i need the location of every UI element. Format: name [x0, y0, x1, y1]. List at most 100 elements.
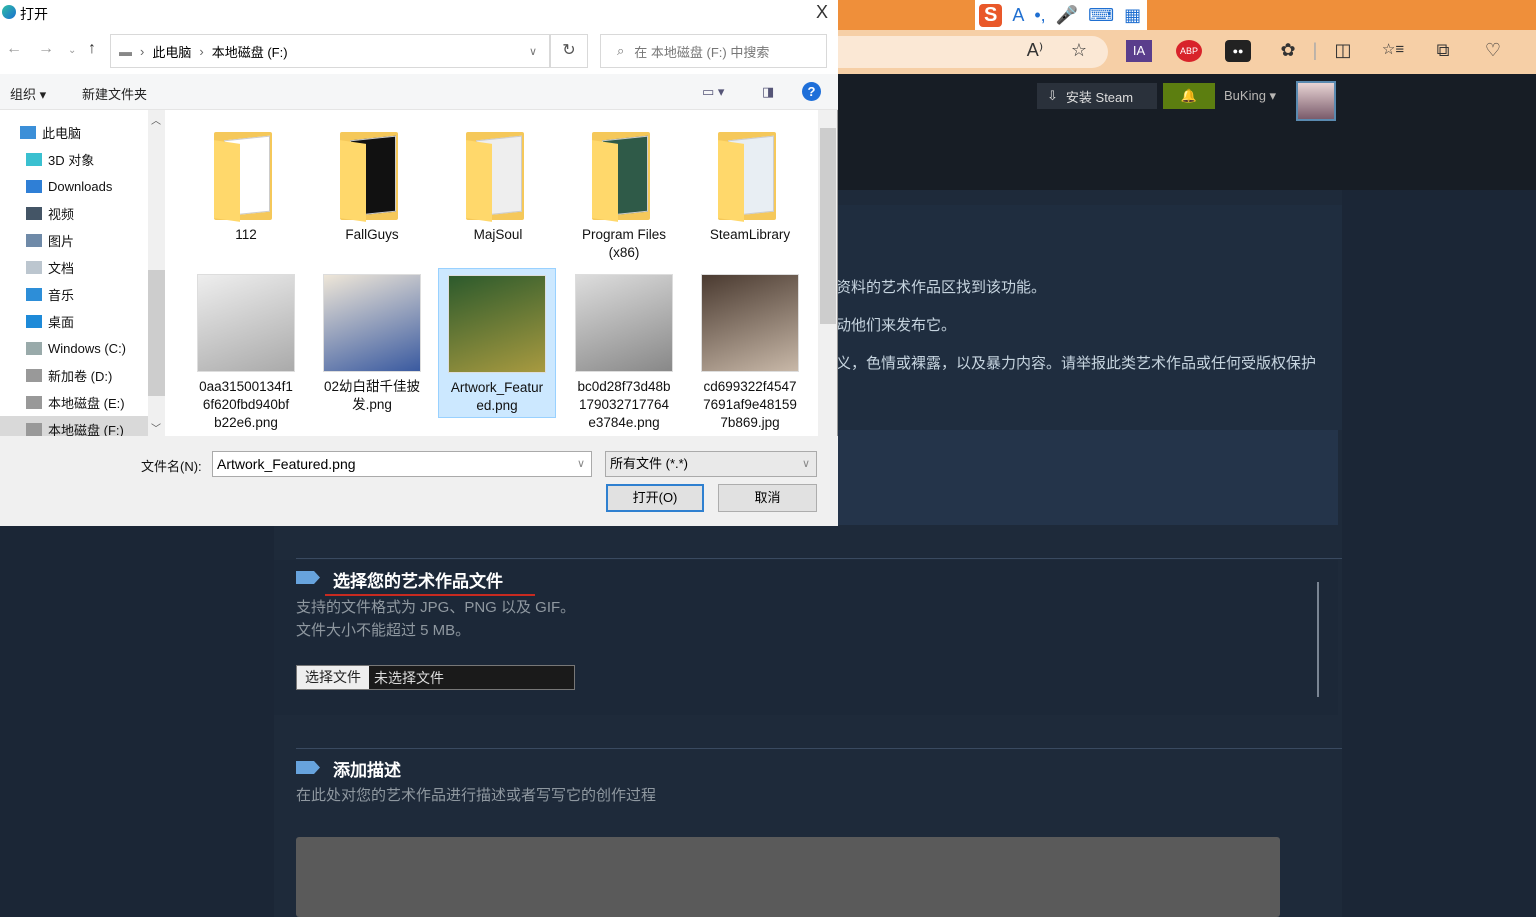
- tree-item[interactable]: 此电脑: [0, 119, 148, 145]
- file-input[interactable]: 选择文件 未选择文件: [296, 665, 575, 690]
- tree-item[interactable]: 文档: [0, 254, 148, 280]
- tree-scroll-thumb[interactable]: [148, 270, 165, 396]
- close-icon[interactable]: X: [816, 2, 828, 23]
- ime-apps-icon[interactable]: ▦: [1124, 5, 1141, 26]
- tree-item-label: Windows (C:): [48, 340, 127, 356]
- notifications-button[interactable]: 🔔: [1163, 83, 1215, 109]
- avatar[interactable]: [1296, 81, 1336, 121]
- tree-item[interactable]: 音乐: [0, 281, 148, 307]
- tree-item[interactable]: 3D 对象: [0, 146, 148, 172]
- folder-item[interactable]: 112: [187, 112, 305, 264]
- tree-item[interactable]: 本地磁盘 (E:): [0, 389, 148, 415]
- preview-pane-icon[interactable]: ◨: [762, 84, 774, 100]
- intro-line: 资料的艺术作品区找到该功能。: [836, 279, 1047, 296]
- file-name-line: 0aa31500134f1: [199, 379, 293, 394]
- description-textarea[interactable]: [296, 837, 1280, 917]
- install-steam-button[interactable]: ⇩ 安装 Steam: [1037, 83, 1157, 109]
- breadcrumb[interactable]: ▬ › 此电脑 › 本地磁盘 (F:) ∨: [110, 34, 550, 68]
- section-desc: 支持的文件格式为 JPG、PNG 以及 GIF。: [296, 599, 576, 616]
- adblock-icon[interactable]: ABP: [1176, 40, 1202, 62]
- divider: [296, 558, 1342, 559]
- filename-input[interactable]: Artwork_Featured.png ∨: [212, 451, 592, 477]
- open-button[interactable]: 打开(O): [606, 484, 704, 512]
- choose-file-button[interactable]: 选择文件: [297, 666, 369, 689]
- tampermonkey-icon[interactable]: ●●: [1225, 40, 1251, 62]
- username: BuKing: [1224, 88, 1266, 103]
- tree-item[interactable]: Windows (C:): [0, 335, 148, 361]
- browser-essentials-icon[interactable]: ♡: [1480, 40, 1506, 61]
- folder-item[interactable]: SteamLibrary: [691, 112, 809, 264]
- ime-mode-icon[interactable]: A: [1012, 5, 1024, 26]
- tree-item[interactable]: 视频: [0, 200, 148, 226]
- file-item[interactable]: 02幼白甜千佳披 发.png: [313, 268, 431, 434]
- tree-item[interactable]: 新加卷 (D:): [0, 362, 148, 388]
- folder-item[interactable]: MajSoul: [439, 112, 557, 264]
- chevron-down-icon[interactable]: ∨: [529, 45, 537, 58]
- tree-item-icon: [26, 233, 42, 247]
- recent-dropdown-icon[interactable]: ⌄: [68, 45, 76, 56]
- tree-item-label: 本地磁盘 (E:): [48, 395, 125, 411]
- search-input[interactable]: ⌕ 在 本地磁盘 (F:) 中搜索: [600, 34, 827, 68]
- tree-item-icon: [26, 287, 42, 301]
- file-item[interactable]: cd699322f4547 7691af9e48159 7b869.jpg: [691, 268, 809, 434]
- cancel-button[interactable]: 取消: [718, 484, 817, 512]
- tree-item-icon: [26, 179, 42, 193]
- collections-icon[interactable]: ⧉: [1430, 40, 1456, 61]
- split-screen-icon[interactable]: ◫: [1330, 40, 1356, 61]
- section-title: 添加描述: [333, 761, 401, 780]
- toolbar-divider: |: [1312, 40, 1318, 60]
- forward-icon[interactable]: →: [38, 40, 54, 58]
- intro-line: 义，色情或裸露，以及暴力内容。请举报此类艺术作品或任何受版权保护: [836, 355, 1317, 372]
- divider: [296, 748, 1342, 749]
- refresh-icon[interactable]: ↻: [550, 34, 588, 68]
- file-name: cd699322f4547 7691af9e48159 7b869.jpg: [691, 378, 809, 432]
- file-item[interactable]: 0aa31500134f1 6f620fbd940bf b22e6.png: [187, 268, 305, 434]
- view-options-icon[interactable]: ▭ ▾: [702, 84, 724, 100]
- favorites-icon[interactable]: ☆≡: [1380, 40, 1406, 58]
- read-aloud-icon[interactable]: A⁾: [1022, 40, 1048, 61]
- folder-item[interactable]: Program Files (x86): [565, 112, 683, 264]
- tree-item-icon: [26, 206, 42, 220]
- file-name-line: e3784e.png: [588, 415, 660, 430]
- ime-keyboard-icon[interactable]: ⌨: [1088, 5, 1114, 26]
- tree-item[interactable]: 图片: [0, 227, 148, 253]
- file-item[interactable]: Artwork_Featur ed.png: [438, 268, 556, 418]
- help-icon[interactable]: ?: [802, 82, 821, 101]
- folder-item[interactable]: FallGuys: [313, 112, 431, 264]
- section-desc: 文件大小不能超过 5 MB。: [296, 622, 471, 639]
- file-name: 0aa31500134f1 6f620fbd940bf b22e6.png: [187, 378, 305, 432]
- scrollbar[interactable]: [1317, 582, 1319, 697]
- tree-item[interactable]: Downloads: [0, 173, 148, 199]
- dialog-titlebar: 打开 X: [0, 0, 838, 26]
- file-name-line: 发.png: [352, 397, 392, 412]
- ime-toolbar[interactable]: S A •, 🎤 ⌨ ▦: [975, 0, 1147, 30]
- breadcrumb-item[interactable]: 本地磁盘 (F:): [212, 42, 288, 61]
- file-name-line: 179032717764: [578, 397, 670, 412]
- ia-extension-icon[interactable]: IA: [1126, 40, 1152, 62]
- section-title: 选择您的艺术作品文件: [333, 572, 503, 591]
- extensions-icon[interactable]: ✿: [1275, 40, 1301, 61]
- up-icon[interactable]: ↑: [88, 40, 96, 58]
- new-folder-button[interactable]: 新建文件夹: [82, 84, 147, 103]
- scroll-down-icon[interactable]: ﹀: [151, 420, 161, 435]
- back-icon[interactable]: ←: [6, 40, 22, 58]
- filetype-value: 所有文件 (*.*): [610, 456, 689, 471]
- user-menu[interactable]: BuKing ▾: [1224, 88, 1276, 104]
- scroll-up-icon[interactable]: ︿: [151, 112, 161, 127]
- files-scroll-thumb[interactable]: [820, 128, 836, 324]
- filetype-select[interactable]: 所有文件 (*.*) ∨: [605, 451, 817, 477]
- folder-name: Program Files (x86): [581, 227, 667, 260]
- filename-label: 文件名(N):: [141, 459, 202, 474]
- chevron-down-icon: ∨: [801, 458, 810, 470]
- ime-mic-icon[interactable]: 🎤: [1056, 5, 1078, 26]
- tree-item[interactable]: 桌面: [0, 308, 148, 334]
- favorite-star-icon[interactable]: ☆: [1066, 40, 1092, 61]
- tree-item-label: 视频: [48, 206, 75, 222]
- chevron-down-icon[interactable]: ∨: [577, 452, 585, 476]
- file-name-line: Artwork_Featur: [450, 380, 544, 395]
- file-item[interactable]: bc0d28f73d48b 179032717764 e3784e.png: [565, 268, 683, 434]
- organize-menu[interactable]: 组织 ▾: [10, 84, 46, 103]
- ime-punct-icon[interactable]: •,: [1034, 5, 1045, 26]
- sogou-logo-icon[interactable]: S: [979, 3, 1003, 27]
- breadcrumb-item[interactable]: 此电脑: [152, 42, 191, 61]
